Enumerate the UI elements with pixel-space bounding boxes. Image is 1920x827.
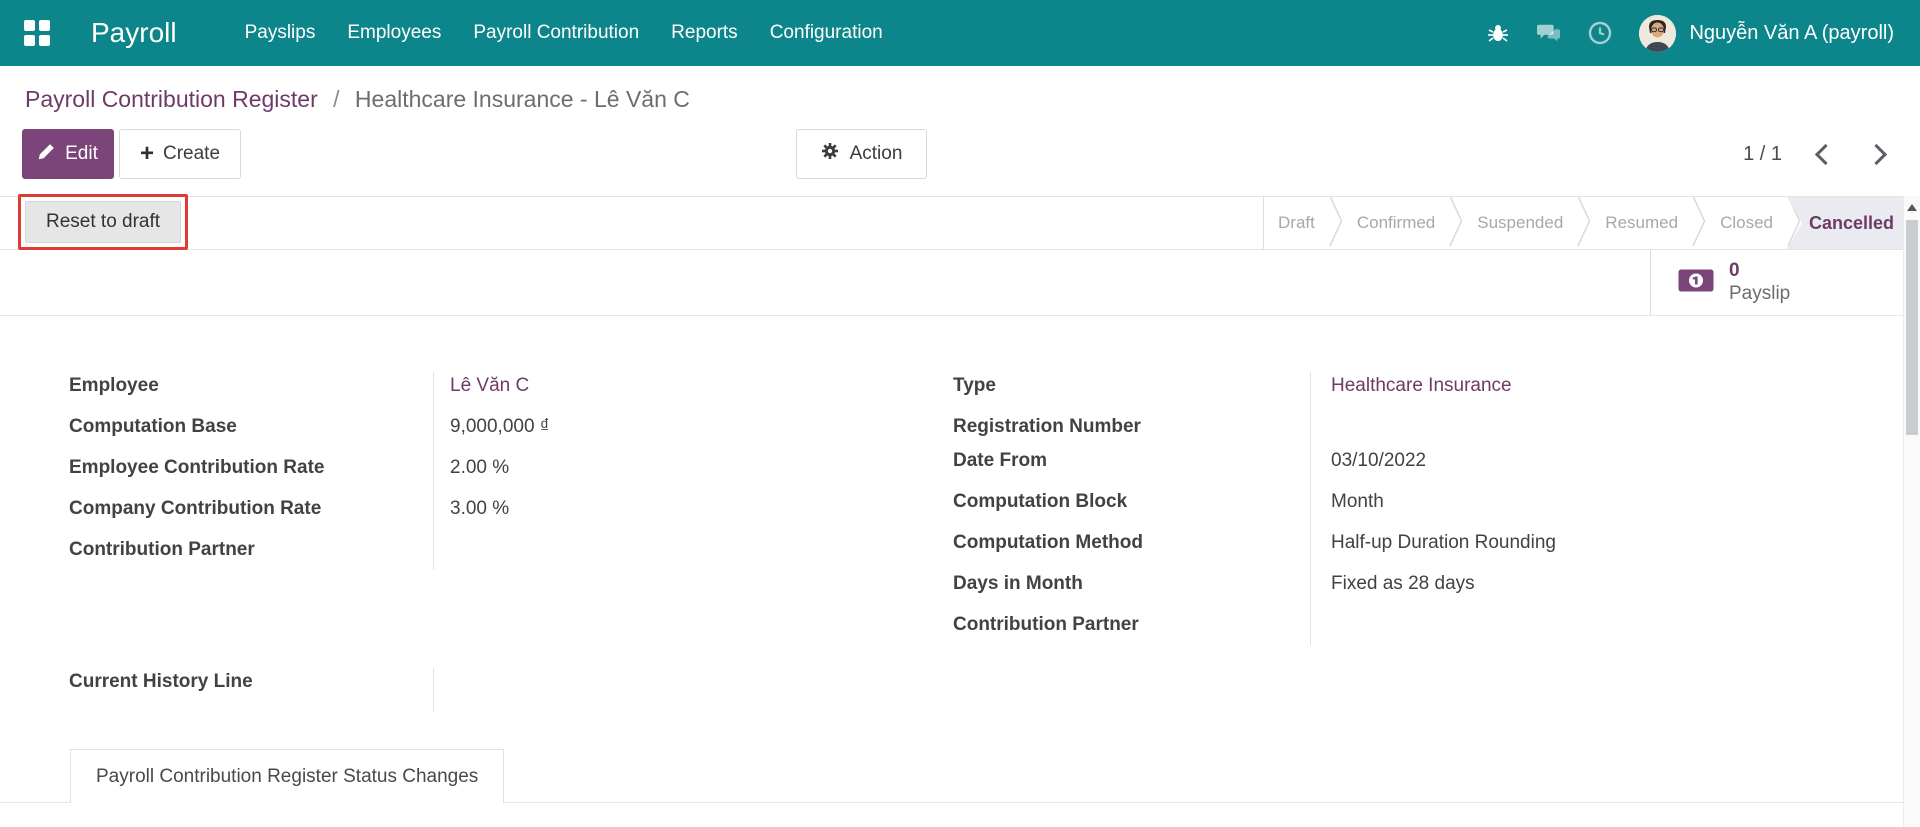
field-row-date-from: Date From 03/10/2022 — [953, 447, 1903, 488]
field-label: Computation Base — [69, 413, 433, 454]
field-value — [1310, 611, 1903, 645]
field-label: Registration Number — [953, 413, 1310, 447]
navbar-right: Nguyễn Văn A (payroll) — [1486, 15, 1894, 52]
field-label: Employee Contribution Rate — [69, 454, 433, 495]
field-value — [433, 536, 899, 570]
stage-draft[interactable]: Draft — [1264, 197, 1329, 249]
action-button[interactable]: Action — [796, 129, 927, 179]
field-label: Computation Block — [953, 488, 1310, 529]
payslip-count: 0 — [1729, 260, 1790, 283]
stage-cancelled-active[interactable]: Cancelled — [1787, 197, 1903, 249]
action-button-label: Action — [850, 143, 903, 165]
user-name: Nguyễn Văn A (payroll) — [1689, 22, 1894, 45]
form-group-left: Employee Lê Văn C Computation Base 9,000… — [69, 372, 899, 570]
stage-closed[interactable]: Closed — [1706, 197, 1787, 249]
field-value-link[interactable]: Lê Văn C — [433, 372, 899, 413]
avatar[interactable] — [1639, 15, 1676, 52]
field-value: Fixed as 28 days — [1310, 570, 1903, 611]
stage-confirmed[interactable]: Confirmed — [1343, 197, 1449, 249]
field-label: Days in Month — [953, 570, 1310, 611]
field-label: Computation Method — [953, 529, 1310, 570]
breadcrumb: Payroll Contribution Register / Healthca… — [25, 86, 690, 113]
apps-grid-icon[interactable] — [24, 20, 51, 47]
tab-status-changes[interactable]: Payroll Contribution Register Status Cha… — [70, 749, 504, 803]
money-bill-icon — [1678, 269, 1714, 297]
field-row-registration-number: Registration Number — [953, 413, 1903, 447]
breadcrumb-parent-link[interactable]: Payroll Contribution Register — [25, 86, 318, 112]
create-button-label: Create — [163, 143, 220, 165]
pager-value[interactable]: 1 / 1 — [1743, 143, 1782, 166]
form-group-history: Current History Line — [69, 668, 899, 712]
plus-icon: + — [140, 142, 154, 166]
field-value-link[interactable]: Healthcare Insurance — [1310, 372, 1903, 413]
field-row-contribution-partner: Contribution Partner — [69, 536, 899, 570]
main-menu: Payslips Employees Payroll Contribution … — [233, 13, 895, 53]
stage-chevron-icon — [1692, 197, 1706, 249]
pager: 1 / 1 — [1743, 129, 1884, 179]
field-value: 03/10/2022 — [1310, 447, 1903, 488]
chat-icon[interactable] — [1537, 21, 1561, 45]
chevron-right-icon[interactable] — [1866, 143, 1887, 164]
field-label: Current History Line — [69, 668, 433, 712]
button-box-row: 0 Payslip — [0, 250, 1903, 316]
annotation-highlight-box: Reset to draft — [18, 194, 188, 250]
clock-icon[interactable] — [1588, 21, 1612, 45]
field-label: Company Contribution Rate — [69, 495, 433, 536]
menu-payroll-contribution[interactable]: Payroll Contribution — [461, 13, 651, 53]
pencil-icon — [38, 143, 55, 166]
field-label: Contribution Partner — [953, 611, 1310, 645]
field-value — [1310, 413, 1903, 447]
field-label: Contribution Partner — [69, 536, 433, 570]
statusbar: Reset to draft Draft Confirmed Suspended… — [0, 196, 1903, 250]
field-label: Employee — [69, 372, 433, 413]
stage-chevron-icon — [1449, 197, 1463, 249]
field-row-computation-base: Computation Base 9,000,000 ₫ — [69, 413, 899, 454]
field-row-computation-block: Computation Block Month — [953, 488, 1903, 529]
bug-icon[interactable] — [1486, 21, 1510, 45]
payslip-stat-button[interactable]: 0 Payslip — [1650, 250, 1903, 315]
stage-chevron-icon — [1577, 197, 1591, 249]
status-pipeline: Draft Confirmed Suspended Resumed Closed… — [1263, 197, 1903, 249]
scrollbar-up-icon[interactable] — [1907, 204, 1917, 211]
user-menu[interactable]: Nguyễn Văn A (payroll) — [1639, 15, 1894, 52]
reset-to-draft-button[interactable]: Reset to draft — [25, 201, 181, 243]
edit-button[interactable]: Edit — [22, 129, 114, 179]
field-row-computation-method: Computation Method Half-up Duration Roun… — [953, 529, 1903, 570]
gear-icon — [821, 142, 839, 166]
field-value: 9,000,000 ₫ — [433, 413, 899, 454]
vertical-scrollbar[interactable] — [1903, 196, 1920, 827]
field-row-employee: Employee Lê Văn C — [69, 372, 899, 413]
field-label: Type — [953, 372, 1310, 413]
payslip-stat-text: 0 Payslip — [1729, 260, 1790, 306]
field-row-days-in-month: Days in Month Fixed as 28 days — [953, 570, 1903, 611]
field-label: Date From — [953, 447, 1310, 488]
form-group-right: Type Healthcare Insurance Registration N… — [953, 372, 1903, 645]
stage-chevron-icon — [1329, 197, 1343, 249]
edit-button-label: Edit — [65, 143, 98, 165]
field-row-company-contribution-rate: Company Contribution Rate 3.00 % — [69, 495, 899, 536]
create-button[interactable]: + Create — [119, 129, 241, 179]
menu-payslips[interactable]: Payslips — [233, 13, 328, 53]
field-value — [433, 668, 899, 712]
field-value: 3.00 % — [433, 495, 899, 536]
breadcrumb-separator: / — [324, 86, 348, 112]
chevron-left-icon[interactable] — [1815, 143, 1836, 164]
field-value: 2.00 % — [433, 454, 899, 495]
menu-employees[interactable]: Employees — [335, 13, 453, 53]
field-row-contribution-partner-2: Contribution Partner — [953, 611, 1903, 645]
field-value: Month — [1310, 488, 1903, 529]
field-row-type: Type Healthcare Insurance — [953, 372, 1903, 413]
app-brand[interactable]: Payroll — [91, 17, 177, 49]
menu-reports[interactable]: Reports — [659, 13, 750, 53]
breadcrumb-current: Healthcare Insurance - Lê Văn C — [355, 86, 690, 112]
field-value: Half-up Duration Rounding — [1310, 529, 1903, 570]
stage-suspended[interactable]: Suspended — [1463, 197, 1577, 249]
field-row-employee-contribution-rate: Employee Contribution Rate 2.00 % — [69, 454, 899, 495]
menu-configuration[interactable]: Configuration — [758, 13, 895, 53]
payslip-label: Payslip — [1729, 283, 1790, 306]
stage-resumed[interactable]: Resumed — [1591, 197, 1692, 249]
scrollbar-thumb[interactable] — [1906, 220, 1918, 435]
field-row-current-history-line: Current History Line — [69, 668, 899, 712]
top-navbar: Payroll Payslips Employees Payroll Contr… — [0, 0, 1920, 66]
